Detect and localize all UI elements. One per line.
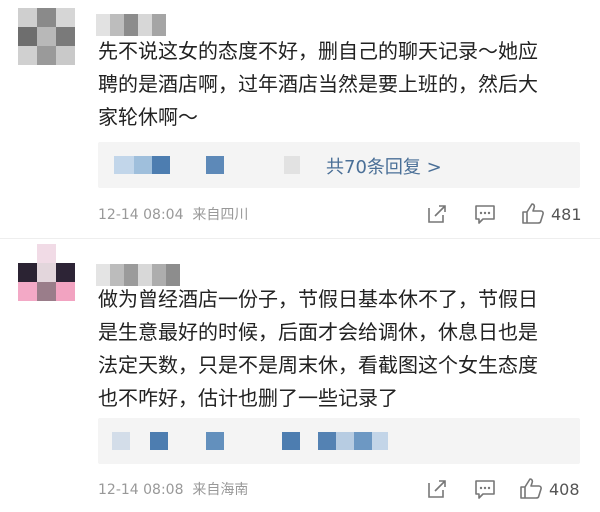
thumbs-up-icon[interactable] bbox=[519, 477, 543, 501]
share-icon[interactable] bbox=[426, 203, 448, 227]
comment-location: 来自海南 bbox=[192, 482, 249, 498]
comment-meta: 12-14 08:04 来自四川 bbox=[98, 203, 248, 227]
user-avatar[interactable] bbox=[18, 244, 76, 302]
username-blurred[interactable] bbox=[96, 14, 176, 36]
replies-box[interactable]: 共70条回复 > bbox=[98, 142, 580, 188]
comment-meta: 12-14 08:08 来自海南 bbox=[98, 478, 248, 502]
comment-2: 做为曾经酒店一份子，节假日基本休不了，节假日 是生意最好的时候，后面才会给调休，… bbox=[0, 238, 600, 512]
view-replies-link[interactable]: 共70条回复 > bbox=[326, 153, 442, 179]
like-count: 408 bbox=[549, 480, 580, 499]
comment-time: 12-14 08:08 bbox=[98, 482, 184, 498]
comment-text: 做为曾经酒店一份子，节假日基本休不了，节假日 是生意最好的时候，后面才会给调休，… bbox=[98, 287, 538, 410]
thumbs-up-icon[interactable] bbox=[521, 202, 545, 226]
comment-icon[interactable] bbox=[474, 478, 496, 502]
comment-location: 来自四川 bbox=[192, 207, 249, 223]
like-count: 481 bbox=[551, 205, 582, 224]
comment-text: 先不说这女的态度不好，删自己的聊天记录～她应 聘的是酒店啊，过年酒店当然是要上班… bbox=[98, 39, 538, 129]
comment-time: 12-14 08:04 bbox=[98, 207, 184, 223]
user-avatar[interactable] bbox=[18, 8, 76, 66]
share-icon[interactable] bbox=[426, 478, 448, 502]
comment-icon[interactable] bbox=[474, 203, 496, 227]
comment-1: 先不说这女的态度不好，删自己的聊天记录～她应 聘的是酒店啊，过年酒店当然是要上班… bbox=[0, 0, 600, 238]
replies-box[interactable] bbox=[98, 418, 580, 464]
